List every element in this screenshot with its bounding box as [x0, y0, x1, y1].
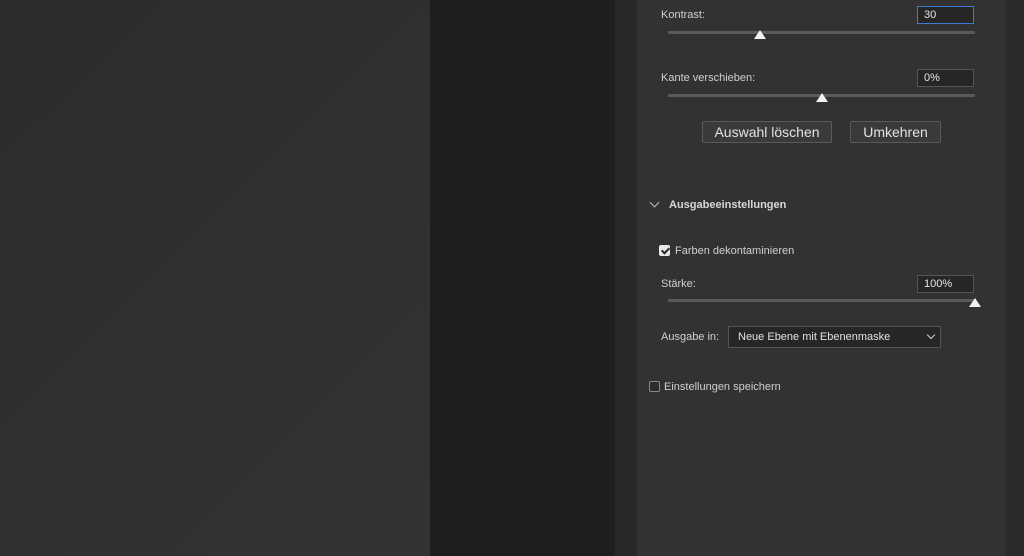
strength-slider-track[interactable] — [668, 299, 975, 302]
panel-scrollbar[interactable] — [1006, 0, 1024, 556]
strength-label: Stärke: — [661, 278, 696, 290]
contrast-slider-thumb[interactable] — [754, 30, 767, 39]
shift-edge-slider-thumb[interactable] — [815, 93, 828, 102]
shift-edge-input[interactable]: 0% — [917, 69, 974, 87]
strength-input[interactable]: 100% — [917, 275, 974, 293]
strength-slider-thumb[interactable] — [969, 298, 981, 307]
panel-divider — [615, 0, 637, 556]
invert-button[interactable]: Umkehren — [850, 121, 941, 143]
chevron-down-icon[interactable] — [649, 197, 660, 208]
output-settings-header[interactable]: Ausgabeeinstellungen — [669, 199, 786, 211]
remember-settings-label[interactable]: Einstellungen speichern — [664, 381, 781, 393]
output-to-label: Ausgabe in: — [661, 331, 720, 343]
shift-edge-label: Kante verschieben: — [661, 72, 756, 84]
chevron-down-icon — [926, 330, 936, 340]
properties-panel: Kontrast: 30 Kante verschieben: 0% Auswa… — [637, 0, 1006, 556]
contrast-label: Kontrast: — [661, 9, 706, 21]
canvas-pasteboard — [430, 0, 615, 556]
decontaminate-checkbox[interactable] — [659, 245, 670, 256]
contrast-input[interactable]: 30 — [917, 6, 974, 24]
output-to-value: Neue Ebene mit Ebenenmaske — [738, 331, 891, 343]
decontaminate-label[interactable]: Farben dekontaminieren — [675, 245, 794, 257]
clear-selection-button[interactable]: Auswahl löschen — [702, 121, 832, 143]
contrast-slider-track[interactable] — [668, 31, 975, 34]
image-canvas[interactable] — [0, 0, 430, 556]
output-to-select[interactable]: Neue Ebene mit Ebenenmaske — [728, 326, 941, 348]
remember-settings-checkbox[interactable] — [649, 381, 660, 392]
